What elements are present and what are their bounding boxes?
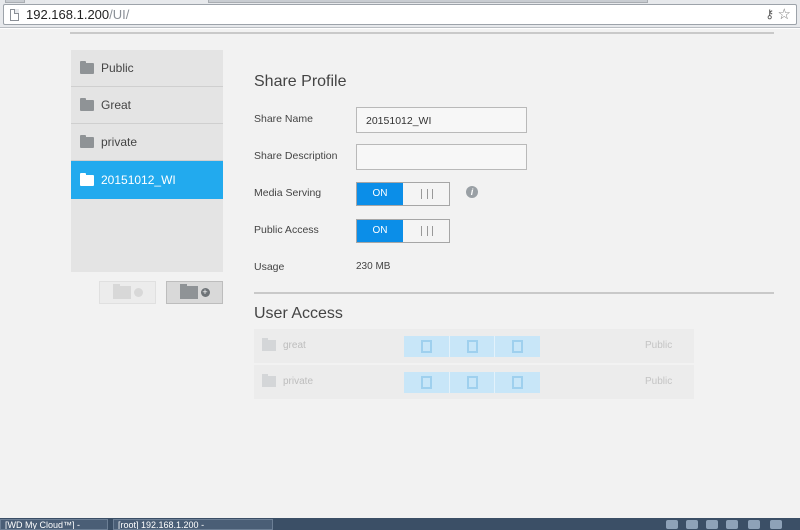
document-icon — [466, 376, 478, 389]
deny-access-button[interactable] — [495, 372, 540, 393]
share-name-field[interactable]: 20151012_WI — [356, 107, 527, 133]
read-write-button[interactable] — [404, 336, 450, 357]
share-item-label: private — [101, 135, 138, 149]
folder-icon — [80, 134, 94, 148]
share-name-label: Share Name — [254, 113, 313, 125]
folder-icon — [262, 338, 276, 351]
share-list-actions: + — [99, 281, 223, 304]
taskbar-item-terminal[interactable]: [root] 192.168.1.200 - — [113, 519, 273, 530]
folder-icon — [112, 284, 131, 299]
share-description-field[interactable] — [356, 144, 527, 170]
star-icon[interactable]: ☆ — [778, 5, 791, 23]
top-divider — [70, 32, 774, 34]
read-write-button[interactable] — [404, 372, 450, 393]
toggle-grip-icon — [421, 226, 433, 236]
read-only-button[interactable] — [450, 336, 496, 357]
network-icon[interactable] — [666, 520, 678, 529]
add-share-button[interactable]: + — [166, 281, 223, 304]
user-name: great — [283, 340, 306, 351]
access-type: Public — [645, 340, 673, 351]
share-profile-title: Share Profile — [254, 73, 347, 90]
permission-selector — [404, 336, 540, 357]
share-list: Public Great private 20151012_WI — [71, 50, 223, 272]
user-name: private — [283, 376, 314, 387]
clock-icon[interactable] — [748, 520, 760, 529]
address-bar[interactable]: 192.168.1.200/UI/ ⚷ ☆ — [3, 4, 797, 25]
remove-icon — [133, 288, 143, 297]
power-icon[interactable] — [770, 520, 782, 529]
browser-toolbar: 192.168.1.200/UI/ ⚷ ☆ — [0, 0, 800, 28]
toggle-on-label: ON — [357, 183, 403, 205]
edit-document-icon — [420, 376, 432, 389]
permission-selector — [404, 372, 540, 393]
usage-value: 230 MB — [356, 261, 391, 272]
toggle-grip-icon — [421, 189, 433, 199]
toggle-on-label: ON — [357, 220, 403, 242]
deny-access-button[interactable] — [495, 336, 540, 357]
usage-label: Usage — [254, 261, 285, 273]
media-serving-toggle[interactable]: ON — [356, 182, 450, 206]
section-divider — [254, 292, 774, 294]
share-item-public[interactable]: Public — [71, 50, 223, 87]
add-icon: + — [200, 287, 210, 297]
share-item-private[interactable]: private — [71, 124, 223, 161]
share-item-label: Public — [101, 61, 134, 75]
document-icon — [466, 340, 478, 353]
no-access-icon — [512, 376, 524, 389]
no-access-icon — [512, 340, 524, 353]
update-icon[interactable] — [706, 520, 718, 529]
page-content: Public Great private 20151012_WI + Share… — [0, 29, 800, 518]
url-text[interactable]: 192.168.1.200/UI/ — [26, 7, 129, 22]
public-access-toggle[interactable]: ON — [356, 219, 450, 243]
user-access-row: private Public — [254, 365, 694, 399]
folder-icon — [179, 284, 198, 299]
share-item-label: Great — [101, 98, 132, 112]
page-icon — [10, 9, 19, 21]
folder-icon — [80, 60, 94, 74]
share-item-20151012-wi[interactable]: 20151012_WI — [71, 161, 223, 199]
share-item-label: 20151012_WI — [101, 173, 176, 187]
taskbar-item-browser[interactable]: [WD My Cloud™] - — [0, 519, 108, 530]
key-icon[interactable]: ⚷ — [765, 7, 774, 21]
share-item-great[interactable]: Great — [71, 87, 223, 124]
folder-icon — [262, 374, 276, 387]
edit-document-icon — [420, 340, 432, 353]
folder-icon — [80, 97, 94, 111]
tab-edge — [5, 0, 25, 3]
read-only-button[interactable] — [450, 372, 496, 393]
share-description-label: Share Description — [254, 150, 338, 162]
tab-edge — [208, 0, 648, 3]
taskbar: [WD My Cloud™] - [root] 192.168.1.200 - — [0, 518, 800, 530]
access-type: Public — [645, 376, 673, 387]
volume-icon[interactable] — [686, 520, 698, 529]
public-access-label: Public Access — [254, 224, 319, 236]
folder-icon — [80, 172, 94, 186]
media-serving-label: Media Serving — [254, 187, 322, 199]
user-access-title: User Access — [254, 305, 343, 322]
delete-share-button[interactable] — [99, 281, 156, 304]
user-access-row: great Public — [254, 329, 694, 363]
flag-icon[interactable] — [726, 520, 738, 529]
info-icon[interactable]: i — [466, 186, 478, 198]
